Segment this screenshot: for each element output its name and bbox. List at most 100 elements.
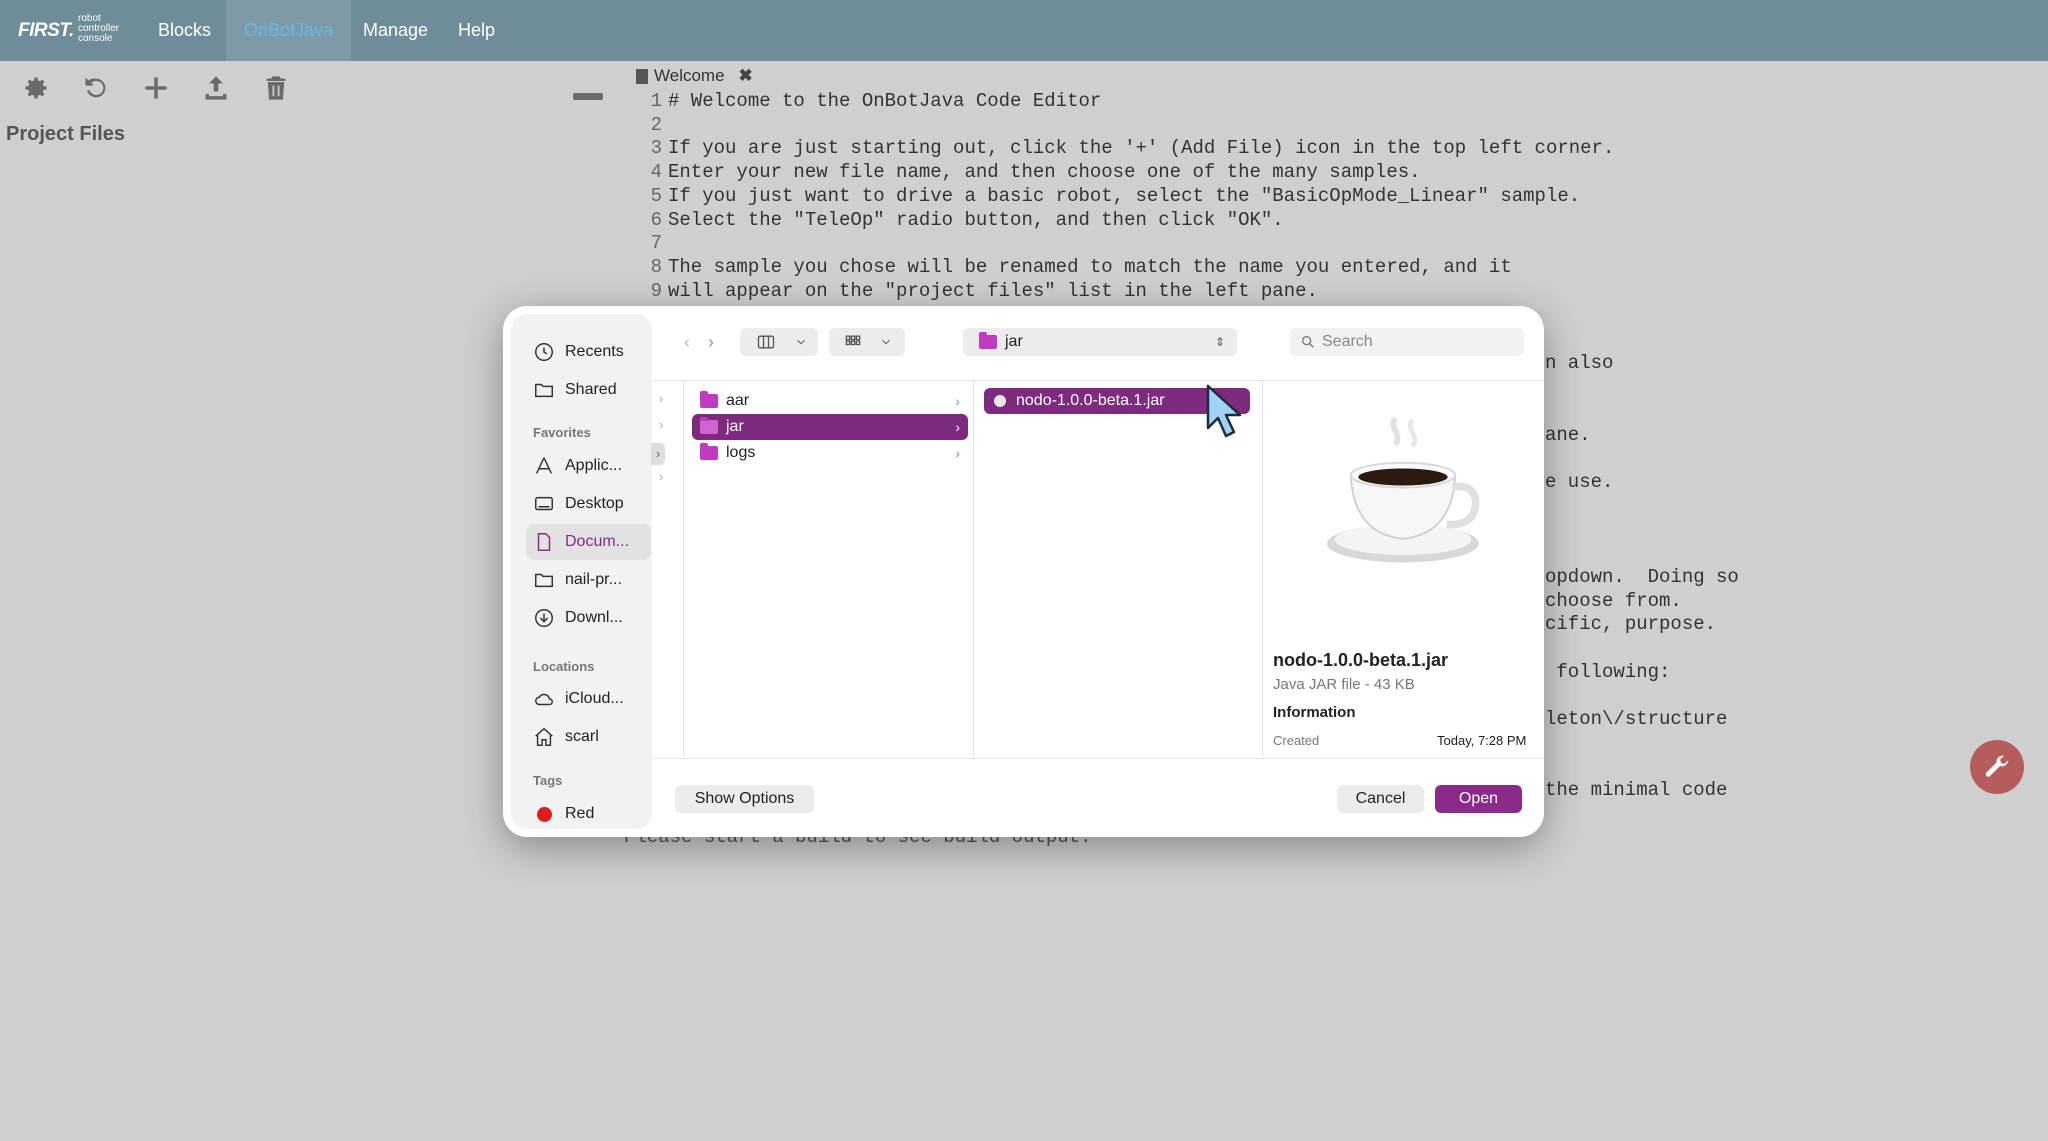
home-icon bbox=[533, 726, 555, 748]
chevron-right-icon: › bbox=[955, 393, 960, 409]
code-line: 9 will appear on the "project files" list… bbox=[650, 279, 1318, 302]
dialog-sidebar: Recents Shared Favorites Applic... Deskt… bbox=[511, 314, 652, 829]
sidebar-item-icloud[interactable]: iCloud... bbox=[533, 687, 624, 711]
updown-chevron-icon: ⇕ bbox=[1214, 335, 1225, 349]
back-chevron-icon[interactable]: ‹ bbox=[675, 328, 699, 356]
chevron-right-icon: › bbox=[651, 443, 665, 465]
favorites-heading: Favorites bbox=[533, 425, 591, 440]
document-icon bbox=[533, 531, 555, 553]
code-line: 7 bbox=[650, 232, 662, 255]
code-fragment: ane. bbox=[1545, 424, 1591, 446]
close-icon[interactable]: ✖ bbox=[739, 66, 753, 86]
locations-heading: Locations bbox=[533, 659, 595, 674]
group-by-button[interactable] bbox=[829, 328, 905, 356]
code-fragment: leton\/structure bbox=[1545, 708, 1728, 730]
sidebar-item-desktop[interactable]: Desktop bbox=[533, 492, 624, 516]
preview-file-kind: Java JAR file - 43 KB bbox=[1273, 676, 1415, 693]
code-line: 3 If you are just starting out, click the… bbox=[650, 137, 1615, 160]
chevron-right-icon: › bbox=[955, 445, 960, 461]
preview-file-name: nodo-1.0.0-beta.1.jar bbox=[1273, 650, 1449, 670]
sidebar-item-applications[interactable]: Applic... bbox=[533, 454, 622, 478]
search-icon bbox=[1302, 336, 1314, 348]
columns-view-icon bbox=[757, 335, 775, 349]
upload-icon[interactable] bbox=[200, 72, 232, 104]
open-file-dialog: Recents Shared Favorites Applic... Deskt… bbox=[503, 306, 1544, 837]
column-folders: aar › jar › logs › bbox=[684, 381, 974, 757]
folder-row-aar[interactable]: aar › bbox=[692, 388, 968, 414]
folder-icon bbox=[700, 391, 718, 408]
editor-tab-label: Welcome bbox=[654, 66, 725, 85]
code-fragment: e use. bbox=[1545, 471, 1614, 493]
folder-row-jar[interactable]: jar › bbox=[692, 414, 968, 440]
collapse-pane-button[interactable] bbox=[573, 93, 603, 100]
logo-first-text: FIRST. bbox=[18, 20, 74, 41]
code-line: 6 Select the "TeleOp" radio button, and t… bbox=[650, 208, 1284, 231]
project-files-title: Project Files bbox=[6, 123, 125, 145]
nav-onbotjava[interactable]: OnBotJava bbox=[226, 0, 352, 61]
folder-icon bbox=[979, 332, 997, 349]
clock-icon bbox=[533, 341, 555, 363]
preview-pane bbox=[1263, 381, 1544, 757]
nav-manage[interactable]: Manage bbox=[345, 0, 446, 61]
code-fragment: following: bbox=[1545, 661, 1671, 683]
editor-tab-welcome[interactable]: Welcome ✖ bbox=[636, 66, 753, 86]
view-mode-button[interactable] bbox=[740, 328, 818, 356]
grid-view-icon bbox=[845, 335, 861, 346]
code-fragment: the minimal code bbox=[1545, 779, 1728, 801]
undo-icon[interactable] bbox=[80, 72, 112, 104]
red-tag-dot bbox=[536, 806, 552, 822]
chevron-down-icon bbox=[882, 339, 890, 345]
sidebar-item-downloads[interactable]: Downl... bbox=[533, 606, 623, 630]
nav-help[interactable]: Help bbox=[440, 0, 513, 61]
gear-icon[interactable] bbox=[20, 72, 52, 104]
code-line: 1 # Welcome to the OnBotJava Code Editor bbox=[650, 90, 1102, 112]
nav-blocks[interactable]: Blocks bbox=[140, 0, 229, 61]
code-fragment: opdown. Doing so bbox=[1545, 566, 1739, 588]
history-nav: ‹ › bbox=[675, 328, 723, 356]
column-parent[interactable]: › › › › bbox=[651, 381, 684, 757]
preview-created-label: Created bbox=[1273, 733, 1320, 748]
sidebar-item-folder[interactable]: nail-pr... bbox=[533, 568, 622, 592]
tags-heading: Tags bbox=[533, 773, 563, 788]
chevron-right-icon: › bbox=[659, 391, 664, 406]
plus-icon[interactable] bbox=[140, 72, 172, 104]
folder-icon bbox=[700, 443, 718, 460]
code-line: 8 The sample you chose will be renamed to… bbox=[650, 255, 1512, 278]
folder-row-logs[interactable]: logs › bbox=[692, 440, 968, 466]
preview-info-heading: Information bbox=[1273, 704, 1356, 721]
shared-folder-icon bbox=[533, 379, 555, 401]
chevron-right-icon: › bbox=[659, 469, 664, 484]
code-line: 4 Enter your new file name, and then choo… bbox=[650, 161, 1421, 184]
java-cup-icon bbox=[994, 395, 1006, 407]
preview-created-value: Today, 7:28 PM bbox=[1437, 733, 1527, 748]
code-line: 2 bbox=[650, 113, 662, 136]
desktop-icon bbox=[533, 493, 555, 515]
sidebar-item-home[interactable]: scarl bbox=[533, 725, 599, 749]
sidebar-tag-red[interactable]: Red bbox=[533, 802, 594, 826]
sidebar-item-documents[interactable]: Docum... bbox=[526, 524, 651, 560]
folder-icon bbox=[700, 417, 718, 434]
chevron-down-icon bbox=[797, 339, 805, 345]
download-icon bbox=[533, 607, 555, 629]
sidebar-item-shared[interactable]: Shared bbox=[533, 378, 617, 402]
folder-icon bbox=[533, 569, 555, 591]
search-input[interactable]: Search bbox=[1290, 328, 1524, 356]
build-wrench-button[interactable] bbox=[1970, 740, 2024, 794]
show-options-button[interactable]: Show Options bbox=[675, 785, 814, 813]
sidebar-item-recents[interactable]: Recents bbox=[533, 340, 624, 364]
document-icon bbox=[636, 68, 648, 84]
open-button[interactable]: Open bbox=[1435, 785, 1522, 813]
path-popup[interactable]: jar ⇕ bbox=[963, 328, 1237, 356]
forward-chevron-icon[interactable]: › bbox=[699, 328, 723, 356]
chevron-right-icon: › bbox=[955, 419, 960, 435]
trash-icon[interactable] bbox=[260, 72, 292, 104]
code-line: 5 If you just want to drive a basic robot… bbox=[650, 184, 1581, 207]
cancel-button[interactable]: Cancel bbox=[1337, 785, 1424, 813]
code-editor[interactable]: 1 # Welcome to the OnBotJava Code Editor … bbox=[636, 90, 1615, 303]
applications-icon bbox=[533, 455, 555, 477]
wrench-icon bbox=[1985, 755, 2009, 777]
code-fragment: n also bbox=[1545, 352, 1614, 374]
logo-subtitle: robot controller console bbox=[78, 13, 120, 44]
code-fragment: cific, purpose. bbox=[1545, 613, 1717, 635]
chevron-right-icon: › bbox=[659, 417, 664, 432]
